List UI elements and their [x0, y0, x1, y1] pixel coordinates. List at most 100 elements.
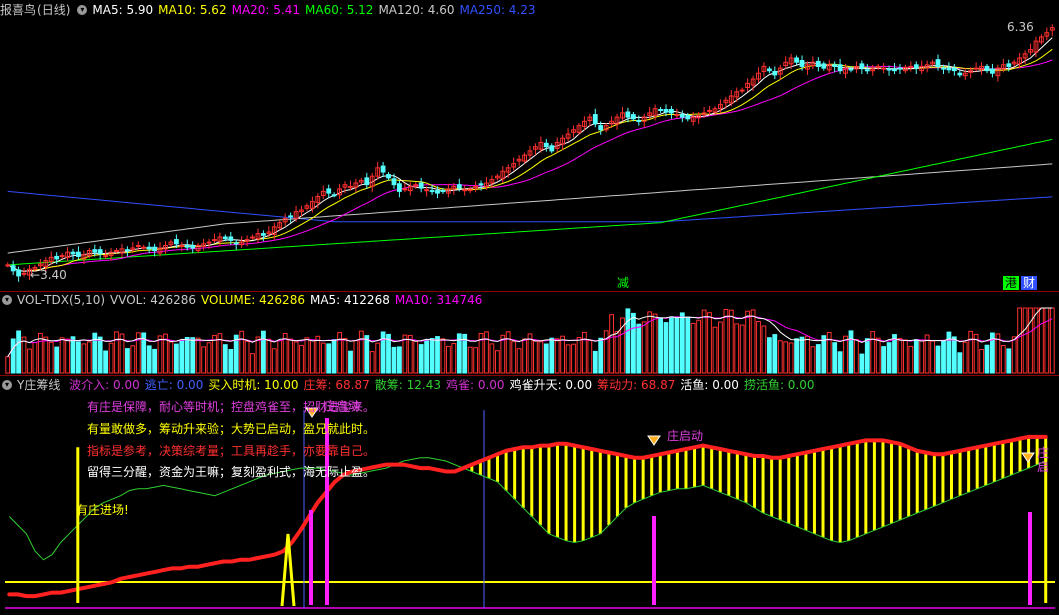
volume-bar [16, 330, 22, 374]
volume-bar [707, 312, 712, 374]
candle-body [462, 189, 468, 192]
volume-bar [108, 342, 114, 374]
volume-bar [631, 312, 636, 374]
volume-bar [571, 343, 576, 374]
volume-bar [473, 347, 479, 374]
volume-bar [250, 353, 255, 374]
volume-bar [440, 338, 446, 374]
volume-bar [995, 333, 1001, 374]
candle-body [772, 71, 778, 76]
volume-bar [679, 312, 685, 374]
volume-bar [342, 338, 348, 374]
candle-body [141, 246, 147, 249]
candle-body [391, 178, 397, 186]
volume-bar [903, 339, 908, 374]
volume-bar [1017, 307, 1023, 374]
volume-bar [141, 332, 147, 374]
volume-bar [222, 344, 228, 374]
candle-body [859, 63, 865, 69]
volume-bar [794, 338, 800, 374]
volume-bar [261, 330, 266, 374]
ma10-line [7, 48, 1053, 272]
candle-body [739, 89, 745, 92]
candle-body [832, 64, 838, 68]
volume-bar [353, 340, 359, 374]
volume-bar [843, 335, 848, 374]
volume-bar [179, 340, 185, 374]
candle-body [380, 165, 386, 173]
volume-bar [685, 316, 691, 374]
volume-bar [533, 340, 538, 374]
vol-settings-icon[interactable]: ▾ [2, 294, 12, 305]
event-tag-jian[interactable]: 减 [615, 276, 631, 290]
volume-bar [870, 331, 876, 374]
volume-bar [516, 348, 522, 374]
candle-body [685, 114, 691, 120]
candle-body [348, 185, 353, 188]
event-tag-gang[interactable]: 港 [1003, 276, 1020, 290]
volume-bar [511, 341, 517, 374]
volume-bar [919, 340, 925, 374]
volume-bar [239, 330, 245, 374]
volume-bar [163, 333, 168, 374]
volume-bar [282, 333, 288, 374]
signal-start-2: 庄启动 [667, 429, 704, 443]
event-tag-cai[interactable]: 财 [1021, 276, 1038, 290]
volume-bar [837, 351, 843, 374]
volume-bar [854, 339, 859, 374]
candle-body [59, 255, 65, 258]
volume-bar [1000, 345, 1006, 374]
volume-bar [598, 337, 604, 374]
volume-bar [522, 338, 528, 374]
ind-item-1: 逃亡: 0.00 [144, 378, 204, 392]
ind-settings-icon[interactable]: ▾ [2, 379, 12, 390]
candle-body [990, 68, 995, 74]
candle-body [103, 255, 108, 258]
volume-bar [576, 337, 582, 374]
volume-bar [429, 338, 435, 374]
volume-bar [767, 337, 772, 374]
volume-bar [130, 345, 136, 374]
ind-item-3: 庄筹: 68.87 [303, 378, 370, 392]
candle-body [592, 114, 598, 125]
volume-bar [1028, 307, 1033, 374]
volume-bar [397, 346, 402, 374]
ind-name[interactable]: Y庄筹线 [17, 378, 60, 392]
volume-bar [391, 346, 397, 374]
price-chart[interactable] [0, 0, 1059, 290]
candle-body [97, 249, 103, 255]
candle-body [707, 109, 712, 112]
volume-bar [413, 340, 419, 374]
volume-bar [614, 331, 620, 374]
volume-bar [832, 342, 838, 374]
candle-body [794, 57, 800, 63]
candle-body [674, 114, 680, 117]
volume-bar [723, 309, 729, 374]
volume-bar [59, 337, 65, 374]
volume-bar [114, 331, 119, 374]
ind-values: 波介入: 0.00 逃亡: 0.00 买入时机: 10.00 庄筹: 68.87 散筹:… [69, 378, 819, 392]
volume-bar [331, 339, 337, 374]
ind-header: ▾ Y庄筹线 波介入: 0.00 逃亡: 0.00 买入时机: 10.00 庄筹: 68… [0, 377, 825, 393]
volume-bar [1049, 307, 1055, 374]
volume-bar [54, 346, 60, 374]
volume-bar [380, 331, 386, 374]
volume-bar [772, 334, 778, 374]
candle-body [799, 60, 805, 67]
volume-bar [701, 309, 707, 374]
candle-body [424, 189, 430, 192]
vol-name[interactable]: VOL-TDX(5,10) [17, 293, 105, 307]
volume-bar [718, 321, 723, 374]
volume-bar [206, 342, 212, 374]
candle-body [10, 265, 16, 272]
candle-body [456, 184, 462, 189]
volume-bar [402, 334, 408, 374]
volume-bar [647, 311, 653, 374]
volume-bar [424, 339, 430, 374]
candle-body [326, 188, 332, 194]
volume-bar [527, 333, 533, 374]
volume-bar [304, 337, 310, 374]
volume-bar [195, 337, 201, 374]
volume-bar [418, 344, 424, 374]
separator-2 [0, 375, 1059, 376]
